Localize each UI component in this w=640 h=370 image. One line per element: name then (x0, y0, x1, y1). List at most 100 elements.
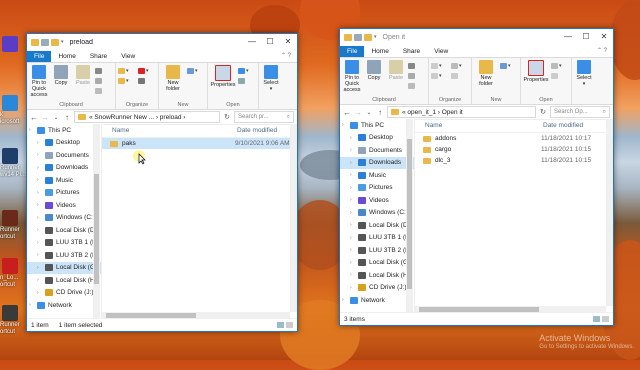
search-input[interactable]: Search Op... ⌕ (550, 106, 610, 118)
chevron-right-icon[interactable]: › (29, 127, 34, 133)
column-name[interactable]: Name (102, 127, 237, 134)
chevron-right-icon[interactable]: › (350, 260, 355, 266)
paste-button[interactable]: Paste (386, 60, 406, 96)
nav-item[interactable]: › LUU 3TB 1 (E:) (340, 232, 414, 245)
up-arrow-icon[interactable]: ↑ (63, 113, 71, 122)
chevron-right-icon[interactable]: › (350, 247, 355, 253)
chevron-right-icon[interactable]: › (350, 160, 355, 166)
chevron-right-icon[interactable]: › (342, 122, 347, 128)
chevron-right-icon[interactable]: › (37, 202, 42, 208)
properties-icon[interactable] (354, 33, 362, 41)
navigation-pane[interactable]: › This PC › Desktop › Documents › Downloads › Mus… (340, 119, 415, 313)
select-button[interactable]: Select ▾ (574, 60, 594, 104)
chevron-down-icon[interactable]: ⌄ (365, 109, 373, 116)
chevron-down-icon[interactable]: ⌄ (52, 114, 60, 121)
details-view-icon[interactable] (593, 316, 600, 322)
copy-button[interactable]: Copy (364, 60, 384, 96)
large-icons-view-icon[interactable] (286, 322, 293, 328)
navigation-pane[interactable]: › This PC › Desktop › Documents › Downloads › Mus… (27, 124, 102, 319)
copy-path-button[interactable] (95, 77, 113, 84)
nav-scrollbar[interactable] (93, 124, 100, 319)
nav-item[interactable]: › Pictures (27, 187, 101, 200)
delete-button[interactable]: ▾ (138, 67, 156, 74)
file-list[interactable]: Name Date modified addons 11/18/2021 10:1… (415, 119, 613, 313)
new-folder-icon[interactable] (364, 33, 372, 41)
copy-path-button[interactable] (408, 72, 426, 79)
tab-home[interactable]: Home (364, 46, 395, 57)
forward-arrow-icon[interactable]: → (41, 113, 49, 122)
details-view-icon[interactable] (277, 322, 284, 328)
tab-view[interactable]: View (114, 51, 142, 62)
nav-item[interactable]: › LUU 3TB 1 (E:) (27, 237, 101, 250)
chevron-down-icon[interactable]: ▾ (61, 39, 64, 45)
app-icon-2[interactable]: k icrosoft (0, 95, 26, 126)
edit-button[interactable] (551, 72, 569, 79)
properties-icon[interactable] (41, 38, 49, 46)
nav-item[interactable]: › Local Disk (G:) (27, 261, 101, 274)
pin-to-quick-access-button[interactable]: Pin to Quick access (29, 65, 49, 101)
nav-item[interactable]: › Local Disk (D:) (27, 224, 101, 237)
chevron-right-icon[interactable]: › (37, 265, 42, 271)
tab-share[interactable]: Share (396, 46, 427, 57)
new-item-button[interactable]: ▾ (187, 67, 205, 74)
tab-view[interactable]: View (427, 46, 455, 57)
column-name[interactable]: Name (415, 122, 543, 129)
cut-button[interactable] (408, 62, 426, 69)
nav-item[interactable]: › Local Disk (H:) (340, 269, 414, 282)
back-arrow-icon[interactable]: ← (343, 108, 351, 117)
tab-share[interactable]: Share (83, 51, 114, 62)
nav-item[interactable]: › Desktop (340, 132, 414, 145)
nav-item[interactable]: › Local Disk (D:) (340, 219, 414, 232)
chevron-right-icon[interactable]: › (350, 185, 355, 191)
nav-item[interactable]: › CD Drive (J:) (27, 287, 101, 300)
delete-button[interactable]: ▾ (451, 62, 469, 69)
nav-item[interactable]: › This PC (340, 119, 414, 132)
address-bar[interactable]: « SnowRunner New ... › preload › (74, 111, 220, 123)
chevron-right-icon[interactable]: › (37, 227, 42, 233)
nav-item[interactable]: › This PC (27, 124, 101, 137)
maximize-button[interactable]: ☐ (577, 29, 595, 45)
maximize-button[interactable]: ☐ (261, 34, 279, 50)
rename-button[interactable] (138, 77, 156, 84)
app-icon-1[interactable] (0, 36, 26, 53)
chevron-right-icon[interactable]: › (37, 215, 42, 221)
nav-item[interactable]: › Pictures (340, 182, 414, 195)
chevron-right-icon[interactable]: › (37, 190, 42, 196)
move-to-button[interactable]: ▾ (118, 67, 136, 74)
close-button[interactable]: ✕ (279, 34, 297, 50)
nav-item[interactable]: › CD Drive (J:) (340, 282, 414, 295)
properties-button[interactable]: Properties (210, 65, 236, 101)
column-date-modified[interactable]: Date modified (237, 127, 277, 134)
chevron-down-icon[interactable]: ▾ (374, 34, 377, 40)
refresh-icon[interactable]: ↻ (539, 108, 547, 116)
nav-item[interactable]: › Music (27, 174, 101, 187)
chevron-right-icon[interactable]: › (37, 290, 42, 296)
nav-item[interactable]: › Local Disk (G:) (340, 257, 414, 270)
app-icon-3[interactable]: Runner wv14 Pl... (0, 148, 26, 179)
vertical-scrollbar[interactable] (290, 124, 297, 312)
chevron-right-icon[interactable]: › (37, 277, 42, 283)
new-folder-button[interactable]: New folder (161, 65, 185, 101)
paste-button[interactable]: Paste (73, 65, 93, 101)
nav-item[interactable]: › Music (340, 169, 414, 182)
chevron-right-icon[interactable]: › (350, 147, 355, 153)
nav-item[interactable]: › Network (340, 294, 414, 307)
explorer-window-preload[interactable]: ▾ preload — ☐ ✕ File Home Share View ⌃ ?… (26, 33, 298, 332)
open-button[interactable]: ▾ (238, 67, 256, 74)
chevron-right-icon[interactable]: › (350, 210, 355, 216)
edit-button[interactable] (238, 77, 256, 84)
select-button[interactable]: Select ▾ (261, 65, 281, 109)
close-button[interactable]: ✕ (595, 29, 613, 45)
chevron-up-icon[interactable]: ⌃ ? (597, 46, 613, 57)
chevron-right-icon[interactable]: › (29, 302, 34, 308)
address-bar[interactable]: « open_it_1 › Open it (387, 106, 536, 118)
up-arrow-icon[interactable]: ↑ (376, 108, 384, 117)
app-icon-5[interactable]: n_Lo... ortcut (0, 258, 26, 289)
minimize-button[interactable]: — (243, 34, 261, 50)
file-row[interactable]: cargo 11/18/2021 10:15 (415, 144, 613, 155)
chevron-right-icon[interactable]: › (350, 272, 355, 278)
chevron-right-icon[interactable]: › (350, 197, 355, 203)
nav-item[interactable]: › Downloads (340, 156, 414, 169)
nav-item[interactable]: › LUU 3TB 2 (F:) (340, 244, 414, 257)
search-icon[interactable]: ⌕ (603, 109, 606, 116)
